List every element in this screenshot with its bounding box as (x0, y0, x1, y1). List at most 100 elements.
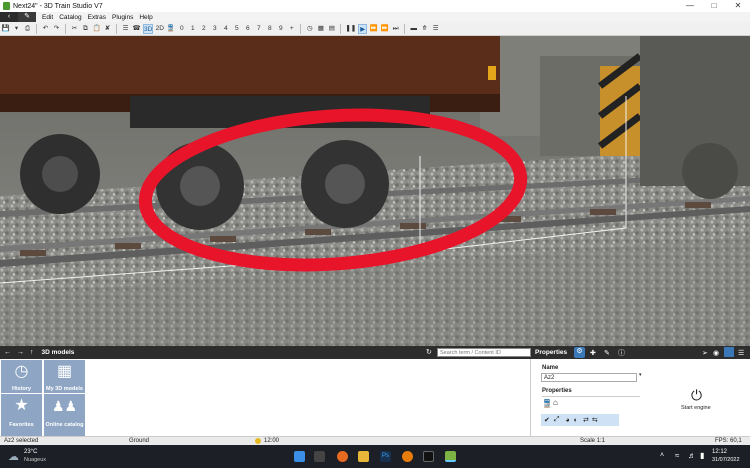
selection-status: Az2 selected (4, 438, 39, 444)
sun-icon (255, 438, 261, 444)
layer-1-button[interactable]: 1 (188, 24, 197, 34)
search-input[interactable]: Search term / Content ID (437, 348, 531, 357)
windows-start-icon[interactable] (294, 451, 305, 462)
layer-0-button[interactable]: 0 (177, 24, 186, 34)
volume-icon[interactable]: ♬ (688, 451, 696, 460)
terminal-icon[interactable] (423, 451, 434, 462)
delete-icon[interactable]: ✘ (103, 24, 112, 34)
resize-icon[interactable]: ⤢ (554, 416, 560, 424)
home-icon[interactable]: ⌂ (553, 398, 558, 407)
view-2d-button[interactable]: 2D (155, 24, 164, 34)
menu-catalog[interactable]: Catalog (59, 14, 81, 21)
cut-icon[interactable]: ✂ (70, 24, 79, 34)
tile-my-3d-models[interactable]: ▦ My 3D models (44, 360, 85, 393)
tile-history[interactable]: ◷ History (1, 360, 42, 393)
edit-mode-button[interactable]: ✎ (18, 12, 36, 22)
menu-icon[interactable]: ☰ (738, 349, 744, 357)
properties-title: Properties (535, 349, 568, 356)
power-icon[interactable]: ⏻ (691, 387, 702, 404)
phone-icon[interactable]: ☎ (132, 24, 141, 34)
gauge-icon[interactable]: ◕ (565, 417, 569, 424)
up-arrow-icon[interactable]: ↑ (30, 349, 34, 356)
toolbar: 💾 ▾ ⎙ ↶ ↷ ✂ ⧉ 📋 ✘ ☰ ☎ 3D 2D 🚆 0 1 2 3 4 … (0, 22, 750, 36)
battery-icon[interactable]: ▮ (700, 451, 704, 460)
list-icon[interactable]: ☰ (121, 24, 130, 34)
back-arrow-icon[interactable]: ← (4, 349, 11, 356)
calendar-icon[interactable]: ▦ (316, 24, 325, 34)
train-icon[interactable]: 🚆 (542, 399, 552, 408)
copy-icon[interactable]: ⧉ (81, 24, 90, 34)
forward-arrow-icon[interactable]: → (17, 349, 24, 356)
axes-icon[interactable]: ✚ (590, 349, 596, 357)
terrain-level-icon[interactable]: ☰ (431, 24, 440, 34)
layer-5-button[interactable]: 5 (232, 24, 241, 34)
menu-extras[interactable]: Extras (88, 14, 106, 21)
pause-icon[interactable]: ❚❚ (345, 24, 356, 34)
minimize-button[interactable]: — (680, 0, 700, 12)
menu-plugins[interactable]: Plugins (112, 14, 133, 21)
close-button[interactable]: ✕ (728, 0, 748, 12)
maximize-button[interactable]: □ (704, 0, 724, 12)
layer-add-button[interactable]: + (287, 24, 296, 34)
fast-forward-icon[interactable]: ⏩ (369, 24, 378, 34)
app-icon (3, 2, 10, 10)
properties-tab-icon[interactable]: ⚙ (574, 347, 585, 358)
faster-forward-icon[interactable]: ⏩ (380, 24, 389, 34)
3d-viewport[interactable] (0, 36, 750, 346)
redo-icon[interactable]: ↷ (52, 24, 61, 34)
photoshop-icon[interactable]: Ps (380, 451, 391, 462)
clock-time[interactable]: 12:12 (712, 449, 727, 455)
paste-icon[interactable]: 📋 (92, 24, 101, 34)
pantograph-icon[interactable]: ✔ (544, 416, 550, 424)
save-icon[interactable]: 💾 (1, 24, 10, 34)
undo-icon[interactable]: ↶ (41, 24, 50, 34)
train-icon[interactable]: 🚆 (166, 24, 175, 34)
view-3d-button[interactable]: 3D (143, 23, 154, 34)
firefox-icon[interactable] (337, 451, 348, 462)
layer-6-button[interactable]: 6 (243, 24, 252, 34)
library-title: 3D models (41, 349, 75, 356)
layer-9-button[interactable]: 9 (276, 24, 285, 34)
status-bar: Az2 selected Ground 12:00 Scale 1:1 FPS:… (0, 436, 750, 445)
refresh-icon[interactable]: ↻ (426, 348, 432, 356)
star-icon: ★ (14, 397, 29, 414)
play-icon[interactable]: ▶ (358, 23, 368, 34)
blender-icon[interactable] (402, 451, 413, 462)
tile-online-catalog[interactable]: ♟♟ Online catalog (44, 394, 85, 436)
direction-icon[interactable]: ⇄ (583, 416, 589, 424)
layer-8-button[interactable]: 8 (265, 24, 274, 34)
info-icon[interactable]: ⓘ (618, 348, 625, 358)
tile-favorites[interactable]: ★ Favorites (1, 394, 42, 436)
grid-icon: ▦ (56, 363, 73, 380)
back-nav-button[interactable]: ‹ (0, 12, 18, 22)
layer-2-button[interactable]: 2 (199, 24, 208, 34)
wifi-icon[interactable]: ≈ (675, 451, 679, 460)
clock-icon: ◷ (14, 363, 29, 380)
menu-edit[interactable]: Edit (42, 14, 53, 21)
file-explorer-icon[interactable] (358, 451, 369, 462)
clock-date[interactable]: 31/07/2022 (712, 457, 740, 463)
layout-icon[interactable] (724, 347, 734, 357)
pin-icon[interactable]: ➢ (702, 349, 708, 357)
brush-icon[interactable]: ✎ (604, 349, 610, 357)
name-field[interactable]: Az2 (541, 373, 637, 382)
layer-4-button[interactable]: 4 (221, 24, 230, 34)
skip-forward-icon[interactable]: ⏭ (391, 24, 400, 34)
document-icon[interactable]: ▤ (327, 24, 336, 34)
terrain-flat-icon[interactable]: ▬ (409, 24, 418, 34)
start-engine-label: Start engine (681, 405, 711, 411)
terrain-raise-icon[interactable]: ⤊ (420, 24, 429, 34)
print-icon[interactable]: ⎙ (23, 24, 32, 34)
flip-icon[interactable]: ⇆ (592, 416, 598, 424)
menu-help[interactable]: Help (139, 14, 152, 21)
task-view-icon[interactable] (314, 451, 325, 462)
layer-7-button[interactable]: 7 (254, 24, 263, 34)
title-bar: Next24" - 3D Train Studio V7 — □ ✕ (0, 0, 750, 12)
layer-3-button[interactable]: 3 (210, 24, 219, 34)
dropdown-icon[interactable]: ▾ (12, 24, 21, 34)
tray-chevron-icon[interactable]: ˄ (660, 452, 664, 459)
speedometer-icon[interactable]: ◖ (573, 417, 577, 424)
clock-icon[interactable]: ◷ (305, 24, 314, 34)
train-studio-taskbar-icon[interactable] (445, 451, 456, 462)
eye-icon[interactable]: ◉ (713, 349, 719, 357)
